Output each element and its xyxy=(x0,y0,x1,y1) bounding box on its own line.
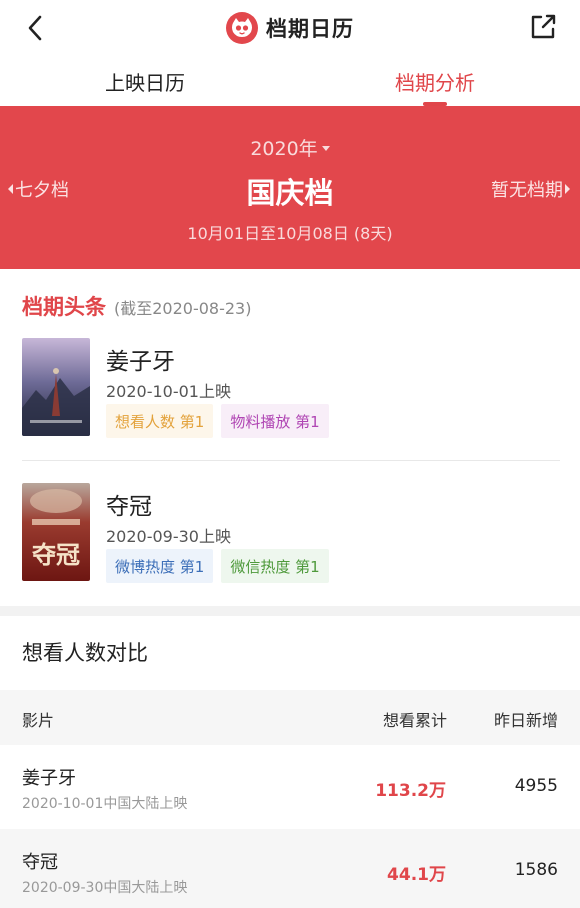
nav-title-group: 档期日历 xyxy=(0,12,580,44)
movie-release-date: 2020-10-01上映 xyxy=(106,382,231,401)
row-new-yesterday: 1586 xyxy=(514,860,558,880)
maoyan-logo-icon xyxy=(226,12,258,44)
table-row[interactable]: 姜子牙 2020-10-01中国大陆上映 113.2万 4955 xyxy=(0,745,580,829)
chevron-down-icon xyxy=(321,145,330,151)
poster-title-text: 夺冠 xyxy=(32,541,80,569)
tab-release-calendar[interactable]: 上映日历 xyxy=(0,56,290,106)
rank-tag: 微信热度 第1 xyxy=(221,549,329,583)
season-banner: 2020年 七夕档 国庆档 暂无档期 10月01日至10月08日 (8天) xyxy=(0,106,580,269)
year-selector[interactable]: 2020年 xyxy=(0,134,580,161)
rank-tag: 物料播放 第1 xyxy=(221,404,329,438)
row-film-name: 夺冠 xyxy=(22,852,58,873)
tag-list: 想看人数 第1 物料播放 第1 xyxy=(106,404,329,438)
headlines-title: 档期头条 xyxy=(22,295,106,319)
table-row[interactable]: 夺冠 2020-09-30中国大陆上映 44.1万 1586 xyxy=(0,829,580,908)
row-release-info: 2020-10-01中国大陆上映 xyxy=(22,796,188,812)
page-title: 档期日历 xyxy=(266,17,354,41)
row-film-name: 姜子牙 xyxy=(22,768,76,789)
row-want-total: 44.1万 xyxy=(387,865,446,885)
column-header-film: 影片 xyxy=(22,711,55,730)
movie-title[interactable]: 姜子牙 xyxy=(106,342,175,376)
movie-card[interactable]: 夺冠 夺冠 2020-09-30上映 微博热度 第1 微信热度 第1 xyxy=(22,483,560,583)
tag-list: 微博热度 第1 微信热度 第1 xyxy=(106,549,329,583)
table-header: 影片 想看累计 昨日新增 xyxy=(0,690,580,745)
row-release-info: 2020-09-30中国大陆上映 xyxy=(22,880,188,896)
movie-card[interactable]: 姜子牙 2020-10-01上映 想看人数 第1 物料播放 第1 xyxy=(22,338,560,438)
movie-poster[interactable] xyxy=(22,338,90,436)
season-date-range: 10月01日至10月08日 (8天) xyxy=(187,224,393,243)
divider xyxy=(22,460,560,461)
column-header-new: 昨日新增 xyxy=(493,711,558,730)
row-want-total: 113.2万 xyxy=(375,781,446,801)
section-separator xyxy=(0,606,580,616)
column-header-total: 想看累计 xyxy=(382,711,447,730)
rank-tag: 想看人数 第1 xyxy=(106,404,214,438)
year-label: 2020年 xyxy=(250,138,318,160)
headlines-note: (截至2020-08-23) xyxy=(114,299,252,318)
movie-release-date: 2020-09-30上映 xyxy=(106,527,231,546)
row-new-yesterday: 4955 xyxy=(514,776,558,796)
tab-season-analysis[interactable]: 档期分析 xyxy=(290,56,580,106)
chevron-right-icon xyxy=(565,184,570,194)
movie-poster[interactable]: 夺冠 xyxy=(22,483,90,581)
compare-title: 想看人数对比 xyxy=(22,641,148,665)
share-icon[interactable] xyxy=(528,12,558,42)
rank-tag: 微博热度 第1 xyxy=(106,549,214,583)
next-season-label: 暂无档期 xyxy=(491,180,563,201)
tab-bar: 上映日历 档期分析 xyxy=(0,56,580,106)
next-season-button[interactable]: 暂无档期 xyxy=(491,176,570,202)
headlines-section: 档期头条 (截至2020-08-23) 姜子牙 2020-10-01上映 想看人… xyxy=(0,269,580,606)
movie-title[interactable]: 夺冠 xyxy=(106,487,152,521)
headlines-header: 档期头条 (截至2020-08-23) xyxy=(22,291,251,321)
nav-bar: 档期日历 xyxy=(0,0,580,56)
